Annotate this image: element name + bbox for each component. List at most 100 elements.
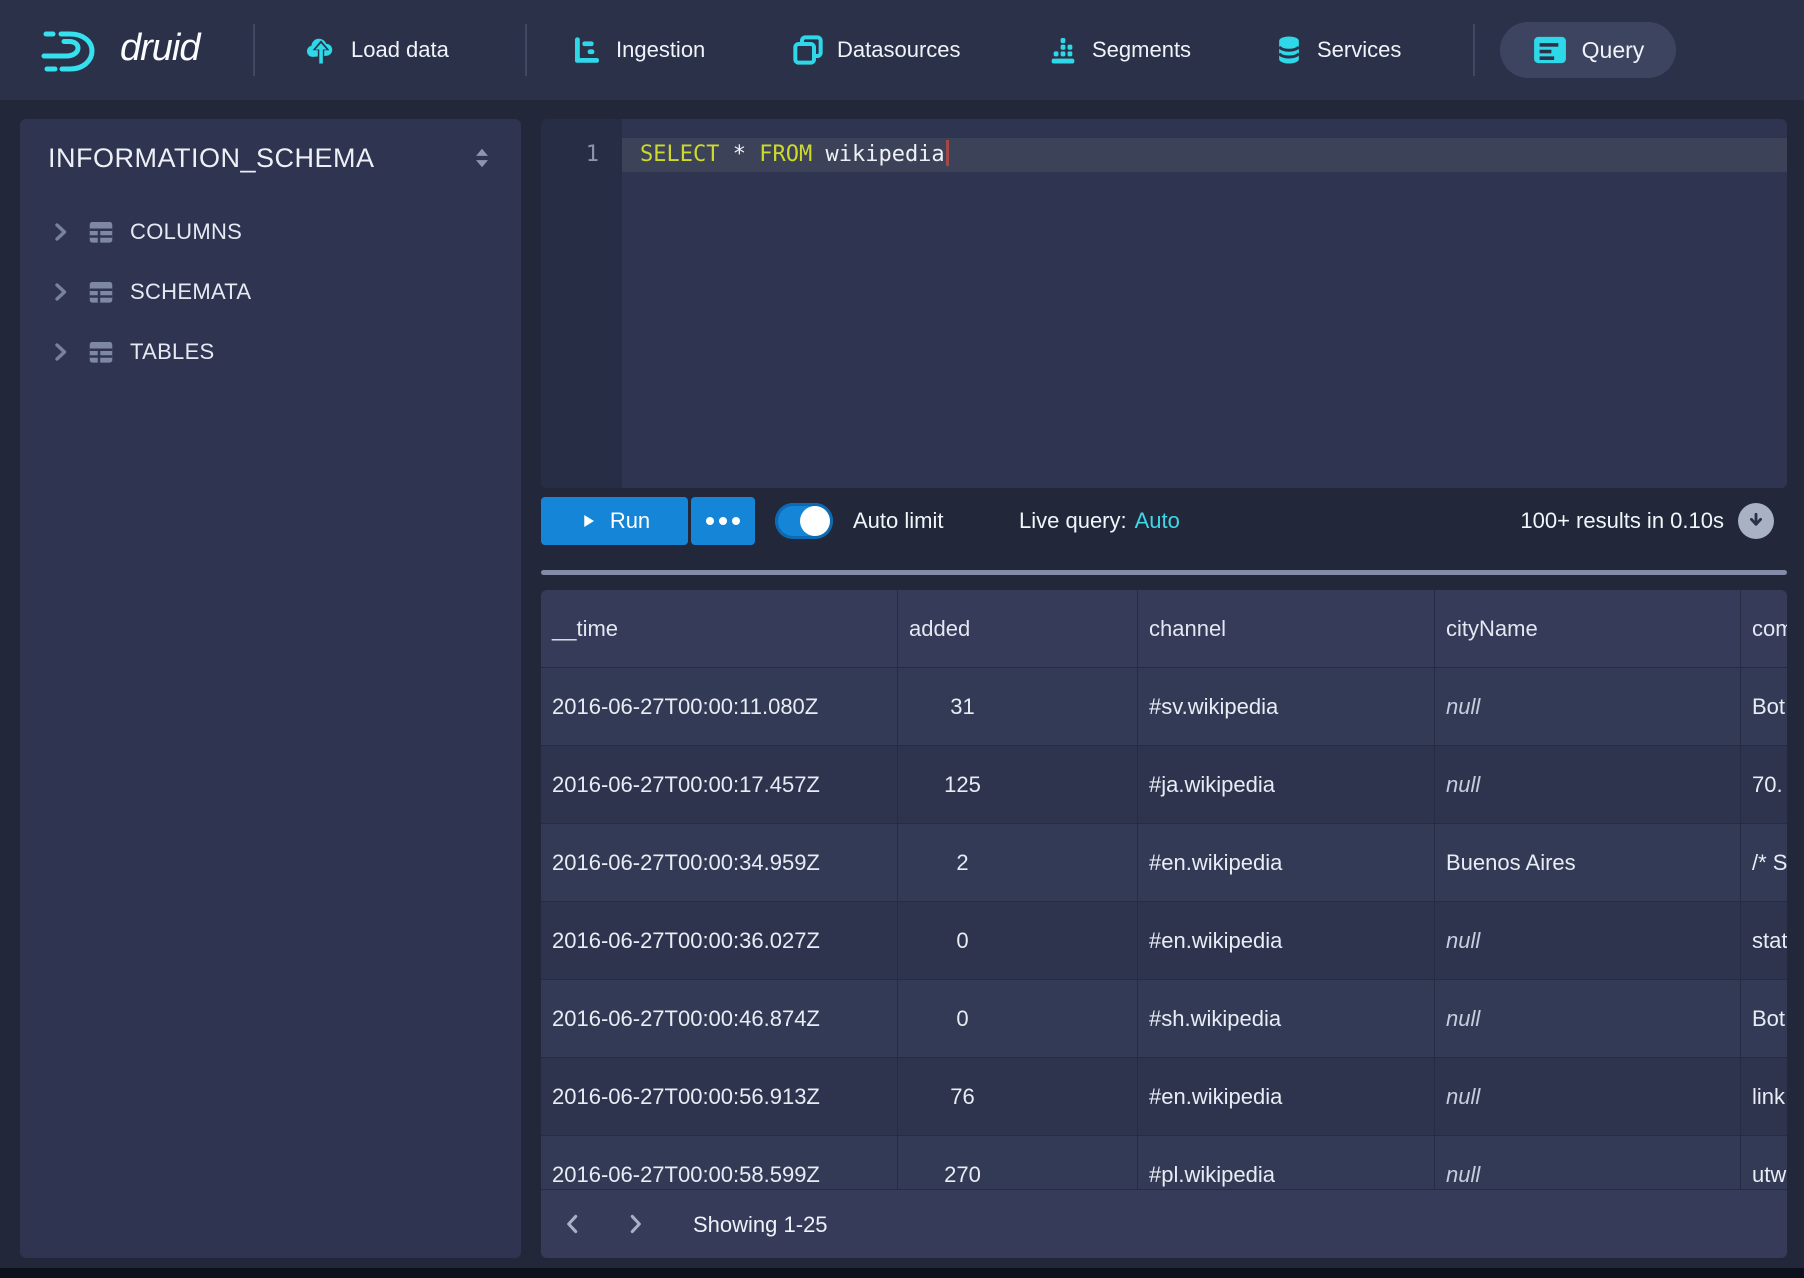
brand-wordmark[interactable]: druid [120,27,200,70]
top-navbar: druid Load data [0,0,1804,100]
bar-chart-icon [1047,34,1079,66]
table-header-row: __time added channel cityName comment [541,590,1787,668]
nav-item-label: Load data [351,37,449,63]
nav-item-label: Query [1582,37,1645,64]
nav-item-ingestion[interactable]: Ingestion [571,0,705,100]
chevron-right-icon [48,280,72,304]
cell-channel[interactable]: #sh.wikipedia [1138,980,1435,1057]
cell-channel[interactable]: #ja.wikipedia [1138,746,1435,823]
column-header-comment[interactable]: comment [1741,590,1787,667]
cell-added[interactable]: 125 [898,746,1138,823]
column-header-cityname[interactable]: cityName [1435,590,1741,667]
nav-divider [525,24,527,76]
chevron-right-icon [48,340,72,364]
cell-comment[interactable]: /* S [1741,824,1787,901]
results-summary: 100+ results in 0.10s [1520,497,1724,545]
cell-comment[interactable]: 70. [1741,746,1787,823]
nav-item-load-data[interactable]: Load data [304,0,449,100]
druid-logo-icon[interactable] [38,26,102,78]
pagination-footer: Showing 1-25 [541,1189,1787,1258]
cell-time[interactable]: 2016-06-27T00:00:11.080Z [541,668,898,745]
sidebar-item-label: SCHEMATA [130,279,251,305]
nav-divider [253,24,255,76]
sidebar-item-label: COLUMNS [130,219,242,245]
live-query-control: Live query: Auto [1019,497,1180,545]
sql-star: * [733,142,746,167]
cell-channel[interactable]: #en.wikipedia [1138,902,1435,979]
nav-item-services[interactable]: Services [1274,0,1401,100]
cell-added[interactable]: 76 [898,1058,1138,1135]
cell-time[interactable]: 2016-06-27T00:00:36.027Z [541,902,898,979]
nav-item-segments[interactable]: Segments [1047,0,1191,100]
cell-cityname[interactable]: null [1435,902,1741,979]
cell-comment[interactable]: Bot [1741,980,1787,1057]
play-icon [579,512,597,530]
sidebar-item-label: TABLES [130,339,215,365]
run-button[interactable]: Run [541,497,688,545]
cell-channel[interactable]: #en.wikipedia [1138,1058,1435,1135]
table-grid-icon [86,277,116,307]
cell-time[interactable]: 2016-06-27T00:00:46.874Z [541,980,898,1057]
nav-item-label: Services [1317,37,1401,63]
showing-range-label: Showing 1-25 [693,1190,828,1258]
table-row: 2016-06-27T00:00:17.457Z 125 #ja.wikiped… [541,746,1787,824]
toggle-knob [800,506,830,536]
schema-sidebar: INFORMATION_SCHEMA COLUMNS [20,119,521,1258]
double-caret-vertical-icon[interactable] [469,145,495,171]
table-row: 2016-06-27T00:00:56.913Z 76 #en.wikipedi… [541,1058,1787,1136]
table-grid-icon [86,217,116,247]
sql-editor[interactable]: 1 SELECT * FROM wikipedia [541,119,1787,488]
resize-splitter-handle[interactable] [541,570,1787,575]
cell-comment[interactable]: Bot [1741,668,1787,745]
column-header-added[interactable]: added [898,590,1138,667]
ellipsis-icon [706,517,714,525]
database-icon [1274,34,1304,66]
cell-channel[interactable]: #sv.wikipedia [1138,668,1435,745]
cell-comment[interactable]: link [1741,1058,1787,1135]
sidebar-item-schemata[interactable]: SCHEMATA [20,262,521,322]
nav-item-label: Segments [1092,37,1191,63]
bottom-edge-bar [0,1268,1804,1278]
editor-gutter [541,119,622,488]
download-icon[interactable] [1738,503,1774,539]
nav-item-query-active[interactable]: Query [1500,22,1676,78]
live-query-label: Live query: [1019,508,1127,533]
cell-cityname[interactable]: null [1435,746,1741,823]
cell-cityname[interactable]: null [1435,980,1741,1057]
nav-item-label: Datasources [837,37,961,63]
table-row: 2016-06-27T00:00:11.080Z 31 #sv.wikipedi… [541,668,1787,746]
live-query-value[interactable]: Auto [1135,508,1180,533]
cell-cityname[interactable]: null [1435,1058,1741,1135]
run-button-label: Run [610,508,650,534]
line-number: 1 [541,138,599,172]
sidebar-item-tables[interactable]: TABLES [20,322,521,382]
auto-limit-label: Auto limit [853,497,943,545]
cell-comment[interactable]: stat [1741,902,1787,979]
cell-channel[interactable]: #en.wikipedia [1138,824,1435,901]
sidebar-item-columns[interactable]: COLUMNS [20,202,521,262]
table-row: 2016-06-27T00:00:46.874Z 0 #sh.wikipedia… [541,980,1787,1058]
cell-time[interactable]: 2016-06-27T00:00:56.913Z [541,1058,898,1135]
sql-statement[interactable]: SELECT * FROM wikipedia [640,138,949,172]
nav-item-datasources[interactable]: Datasources [792,0,961,100]
cell-added[interactable]: 31 [898,668,1138,745]
run-more-options-button[interactable] [691,497,755,545]
cell-cityname[interactable]: Buenos Aires [1435,824,1741,901]
cell-added[interactable]: 2 [898,824,1138,901]
text-cursor [946,140,949,166]
cloud-upload-icon [304,34,338,66]
previous-page-button[interactable] [553,1204,593,1244]
sql-keyword: SELECT [640,142,719,167]
nav-item-label: Ingestion [616,37,705,63]
cell-cityname[interactable]: null [1435,668,1741,745]
cell-added[interactable]: 0 [898,902,1138,979]
gantt-chart-icon [571,34,603,66]
column-header-time[interactable]: __time [541,590,898,667]
cell-time[interactable]: 2016-06-27T00:00:17.457Z [541,746,898,823]
auto-limit-toggle[interactable] [775,503,833,539]
next-page-button[interactable] [615,1204,655,1244]
column-header-channel[interactable]: channel [1138,590,1435,667]
sql-table-name: wikipedia [825,142,944,167]
cell-added[interactable]: 0 [898,980,1138,1057]
cell-time[interactable]: 2016-06-27T00:00:34.959Z [541,824,898,901]
